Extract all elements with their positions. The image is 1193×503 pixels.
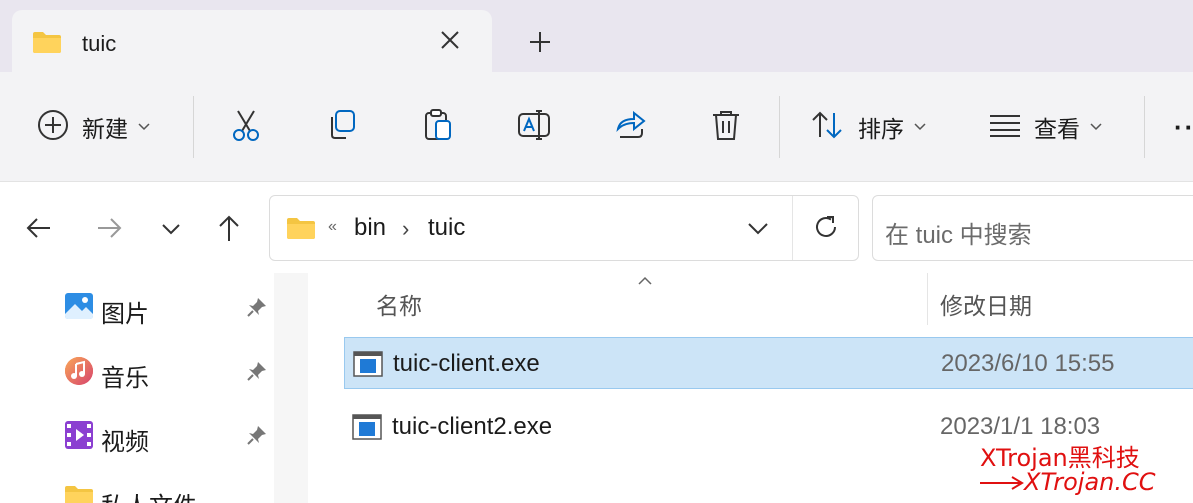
sidebar-item-label: 音乐 <box>101 365 149 392</box>
sort-label: 排序 <box>858 116 904 142</box>
file-date: 2023/1/1 18:03 <box>940 413 1101 440</box>
back-button[interactable] <box>24 213 54 243</box>
videos-icon <box>64 420 94 455</box>
file-name: tuic-client2.exe <box>392 413 553 440</box>
watermark-line2: XTrojan.CC <box>980 468 1156 496</box>
view-button[interactable]: 查看 <box>988 72 1102 182</box>
share-button[interactable] <box>612 72 648 182</box>
delete-button[interactable] <box>708 72 744 182</box>
cut-button[interactable] <box>228 72 264 182</box>
watermark-url: XTrojan.CC <box>1024 468 1156 496</box>
file-name: tuic-client.exe <box>393 350 540 377</box>
copy-icon <box>324 107 360 148</box>
pin-icon[interactable] <box>246 424 268 451</box>
navigation-pane: 图片 音乐 视频 私人文件 <box>0 273 310 503</box>
chevron-down-icon <box>1090 118 1102 136</box>
more-icon: ·· <box>1174 111 1193 142</box>
exe-file-icon <box>352 414 382 445</box>
address-divider <box>792 196 793 260</box>
column-header-date[interactable]: 修改日期 <box>940 287 1032 321</box>
watermark: XTrojan黑科技 XTrojan.CC <box>980 438 1190 500</box>
overflow-chevron[interactable]: « <box>328 218 337 236</box>
new-tab-button[interactable] <box>526 28 554 56</box>
toolbar-divider <box>193 96 194 158</box>
music-icon <box>64 356 94 391</box>
pictures-icon <box>64 292 94 325</box>
delete-icon <box>708 107 744 148</box>
breadcrumb-separator[interactable]: › <box>402 216 409 242</box>
sidebar-item-videos[interactable]: 视频 <box>64 416 284 456</box>
forward-button[interactable] <box>94 213 124 243</box>
exe-file-icon <box>353 351 383 382</box>
arrow-right-icon <box>980 476 1024 490</box>
sidebar-item-label: 视频 <box>101 429 149 456</box>
chevron-down-icon[interactable] <box>746 216 770 245</box>
sort-ascending-icon <box>638 273 652 291</box>
view-icon <box>988 113 1022 142</box>
search-input[interactable]: 在 tuic 中搜索 <box>872 195 1193 261</box>
chevron-down-icon <box>914 118 926 136</box>
paste-icon <box>420 107 456 148</box>
new-label: 新建 <box>82 116 128 142</box>
tab-title: tuic <box>82 31 117 56</box>
tab-bar: tuic <box>0 0 1193 72</box>
recent-locations-button[interactable] <box>156 213 186 243</box>
refresh-icon[interactable] <box>813 214 839 245</box>
sidebar-item-label: 私人文件 <box>101 486 197 503</box>
folder-icon <box>286 216 316 245</box>
search-placeholder: 在 tuic 中搜索 <box>885 222 1032 249</box>
sidebar-item-pictures[interactable]: 图片 <box>64 288 284 328</box>
column-divider[interactable] <box>927 273 928 325</box>
plus-circle-icon <box>36 108 70 147</box>
pin-icon[interactable] <box>246 360 268 387</box>
toolbar-divider <box>779 96 780 158</box>
rename-icon <box>516 107 552 148</box>
more-options-button[interactable]: ·· <box>1174 72 1193 182</box>
sort-button[interactable]: 排序 <box>810 72 926 182</box>
breadcrumb-tuic[interactable]: tuic <box>428 214 465 242</box>
sort-icon <box>810 109 846 146</box>
view-label: 查看 <box>1034 116 1080 142</box>
up-button[interactable] <box>214 213 244 243</box>
folder-icon <box>64 484 94 503</box>
chevron-down-icon <box>138 118 150 136</box>
breadcrumb-bin[interactable]: bin <box>354 214 386 242</box>
folder-icon <box>32 30 62 59</box>
file-row[interactable]: tuic-client.exe 2023/6/10 15:55 <box>344 337 1193 389</box>
sidebar-item-private-files[interactable]: 私人文件 <box>64 480 284 503</box>
tab-tuic[interactable]: tuic <box>12 10 492 72</box>
command-bar: 新建 排序 查看 · <box>0 72 1193 182</box>
cut-icon <box>228 107 264 148</box>
sidebar-item-label: 图片 <box>101 301 149 328</box>
pin-icon[interactable] <box>246 296 268 323</box>
sidebar-scrollbar[interactable] <box>274 273 308 503</box>
rename-button[interactable] <box>516 72 552 182</box>
sidebar-item-music[interactable]: 音乐 <box>64 352 284 392</box>
close-icon[interactable] <box>436 26 464 54</box>
new-button[interactable]: 新建 <box>36 72 150 182</box>
toolbar-divider <box>1144 96 1145 158</box>
address-bar[interactable]: « bin › tuic <box>269 195 859 261</box>
column-header-name[interactable]: 名称 <box>376 287 422 321</box>
share-icon <box>612 107 648 148</box>
paste-button[interactable] <box>420 72 456 182</box>
copy-button[interactable] <box>324 72 360 182</box>
navigation-bar: « bin › tuic 在 tuic 中搜索 <box>0 183 1193 273</box>
file-date: 2023/6/10 15:55 <box>941 350 1115 377</box>
